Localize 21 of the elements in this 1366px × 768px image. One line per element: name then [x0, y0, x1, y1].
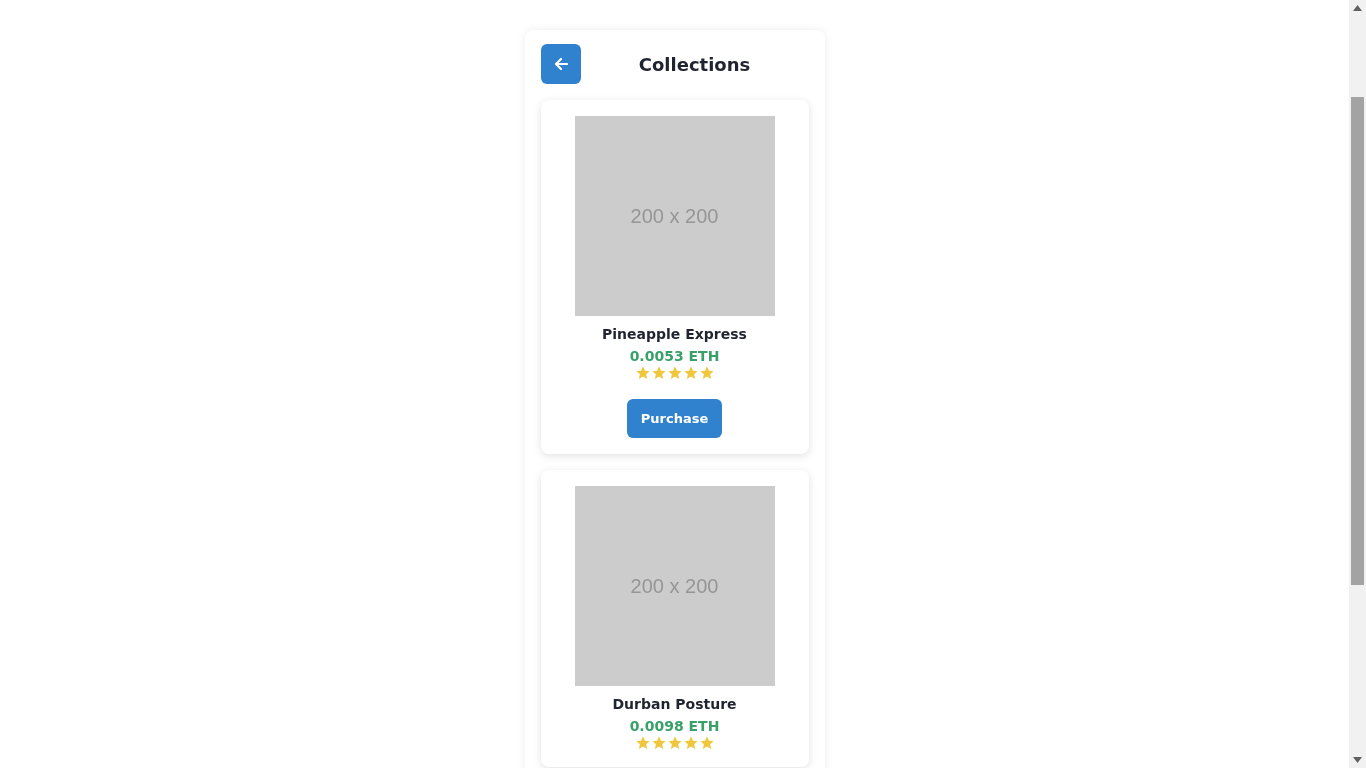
product-name: Pineapple Express: [602, 326, 747, 342]
star-icon: [698, 735, 715, 751]
product-price: 0.0098 ETH: [629, 718, 720, 734]
star-icon: [682, 735, 699, 751]
star-icon: [634, 365, 651, 381]
star-icon: [650, 735, 667, 751]
product-price: 0.0053 ETH: [629, 348, 720, 364]
product-name: Durban Posture: [612, 696, 737, 712]
star-icon: [666, 735, 683, 751]
star-icon: [634, 735, 651, 751]
page-title: Collections: [638, 53, 751, 75]
star-icon: [666, 365, 683, 381]
purchase-button[interactable]: Purchase: [626, 399, 723, 438]
scroll-up-icon[interactable]: [1353, 5, 1362, 11]
scroll-down-icon[interactable]: [1353, 757, 1362, 763]
scrollbar-thumb[interactable]: [1351, 97, 1364, 585]
star-icon: [650, 365, 667, 381]
back-button[interactable]: [540, 44, 581, 84]
arrow-left-icon: [553, 57, 568, 71]
star-icon: [682, 365, 699, 381]
star-icon: [698, 365, 715, 381]
